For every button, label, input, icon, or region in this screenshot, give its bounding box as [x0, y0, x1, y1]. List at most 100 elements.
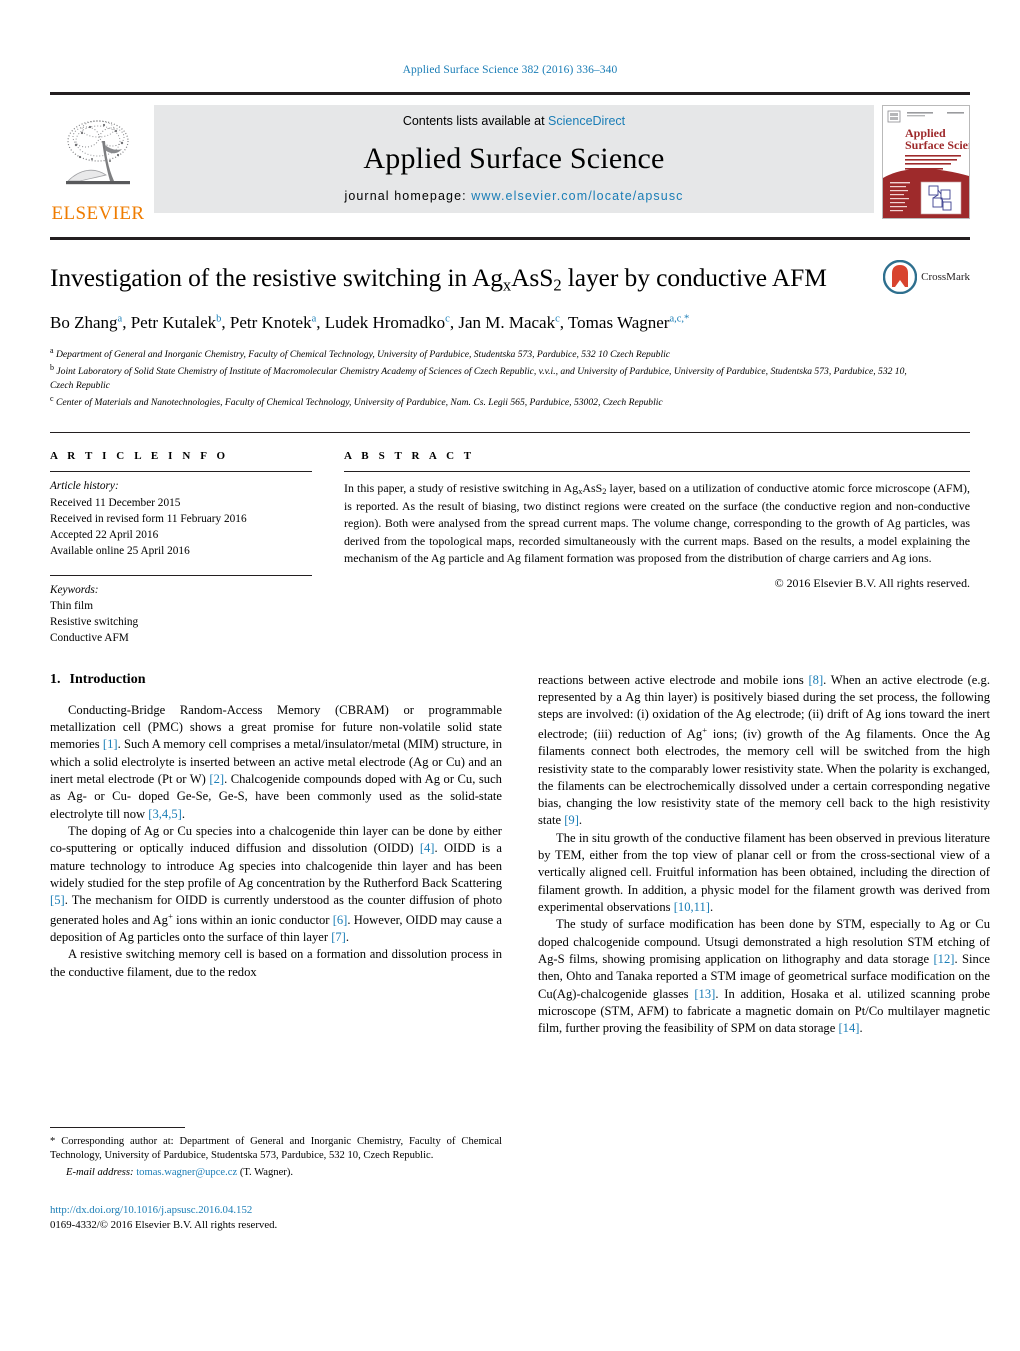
svg-text:Surface Science: Surface Science [905, 138, 969, 152]
body-column-left: 1. Introduction Conducting-Bridge Random-… [50, 672, 502, 1038]
author-affiliation-mark: c [445, 313, 450, 325]
citation-link[interactable]: [14] [838, 1021, 859, 1035]
section-heading-introduction: 1. Introduction [50, 672, 502, 688]
crossmark-badge[interactable]: CrossMark [882, 259, 970, 295]
elsevier-tree-icon [58, 115, 138, 203]
body-text-run: The study of surface modification has be… [538, 917, 990, 966]
citation-link[interactable]: [1] [103, 737, 118, 751]
crossmark-label: CrossMark [921, 271, 970, 283]
body-text-run: ions; (iv) growth of the Ag filaments. O… [538, 726, 990, 828]
title-sub-x: x [502, 275, 512, 295]
author-name: Ludek Hromadko [324, 313, 446, 333]
footnote-region: * Corresponding author at: Department of… [50, 1127, 502, 1233]
keywords-items: Thin film Resistive switching Conductive A… [50, 598, 312, 646]
journal-title: Applied Surface Science [363, 141, 665, 175]
citation-link[interactable]: [4] [420, 841, 435, 855]
keywords-block: Keywords: Thin film Resistive switching Co… [50, 576, 312, 646]
citation-link[interactable]: [12] [933, 952, 954, 966]
citation-link[interactable]: [5] [50, 893, 65, 907]
author-list: Bo Zhanga, Petr Kutalekb, Petr Knoteka, … [50, 313, 690, 333]
body-text-run: . [345, 930, 350, 945]
body-text-run: . [181, 806, 186, 821]
body-region: 1. Introduction Conducting-Bridge Random-… [50, 646, 990, 1038]
sciencedirect-link[interactable]: ScienceDirect [548, 114, 625, 128]
abstract-run-1: In this paper, a study of resistive swit… [344, 481, 579, 496]
issn-copyright-line: 0169-4332/© 2016 Elsevier B.V. All right… [50, 1219, 278, 1232]
body-paragraph: The in situ growth of the conductive fil… [538, 830, 990, 917]
abstract-column: A B S T R A C T In this paper, a study o… [312, 450, 970, 645]
article-history: Article history: Received 11 December 20… [50, 472, 312, 558]
title-part-2: AsS [511, 263, 554, 292]
citation-link[interactable]: [13] [694, 987, 715, 1001]
title-sub-2: 2 [553, 275, 562, 295]
article-info-heading: A R T I C L E I N F O [50, 450, 229, 463]
journal-banner: ELSEVIER Contents lists available at Sci… [50, 92, 970, 223]
article-page: Applied Surface Science 382 (2016) 336–3… [0, 0, 1020, 1351]
citation-link[interactable]: [2] [209, 772, 224, 786]
body-paragraph: Conducting-Bridge Random-Access Memory (… [50, 702, 502, 823]
citation-link[interactable]: [8] [808, 673, 823, 687]
affiliation-list: a Department of General and Inorganic Ch… [50, 345, 920, 410]
title-part-3: layer by conductive AFM [561, 263, 827, 292]
title-part-1: Investigation of the resistive switching… [50, 263, 503, 292]
body-text-run: ions within an ionic conductor [172, 912, 333, 927]
affiliation: c Center of Materials and Nanotechnologi… [50, 394, 663, 409]
article-history-item: Received in revised form 11 February 201… [50, 512, 247, 525]
citation-link[interactable]: [3,4,5] [148, 807, 182, 821]
article-history-items: Received 11 December 2015 Received in rev… [50, 495, 312, 559]
author-affiliation-mark: a,c,* [669, 313, 690, 325]
body-paragraph: The study of surface modification has be… [538, 916, 990, 1037]
affiliation-mark: c [50, 394, 54, 404]
journal-cover-thumbnail: Applied Surface Science [882, 105, 970, 219]
abstract-copyright: © 2016 Elsevier B.V. All rights reserved… [774, 575, 970, 590]
info-abstract-region: A R T I C L E I N F O Article history: R… [50, 410, 970, 645]
doi-link[interactable]: http://dx.doi.org/10.1016/j.apsusc.2016.… [50, 1203, 502, 1218]
running-head: Applied Surface Science 382 (2016) 336–3… [402, 64, 618, 76]
affiliation-mark: a [50, 346, 54, 356]
title-block: Investigation of the resistive switching… [50, 240, 970, 410]
body-text-run: The in situ growth of the conductive fil… [538, 830, 990, 915]
body-text-run: . [709, 900, 714, 915]
author-name: Bo Zhang [50, 313, 118, 333]
affiliation: b Joint Laboratory of Solid State Chemis… [50, 363, 907, 392]
article-info-column: A R T I C L E I N F O Article history: R… [50, 450, 312, 645]
email-link[interactable]: tomas.wagner@upce.cz [136, 1167, 237, 1178]
elsevier-logo: ELSEVIER [50, 105, 146, 223]
body-paragraph: The doping of Ag or Cu species into a ch… [50, 823, 502, 946]
homepage-prefix: journal homepage: [344, 189, 472, 203]
contents-prefix: Contents lists available at [402, 114, 549, 128]
citation-link[interactable]: [7] [331, 930, 346, 944]
citation-link[interactable]: [10,11] [674, 900, 710, 914]
citation-link[interactable]: [9] [564, 813, 579, 827]
author-affiliation-mark: c [555, 313, 560, 325]
article-history-item: Accepted 22 April 2016 [50, 528, 159, 541]
keyword-item: Conductive AFM [50, 631, 129, 644]
body-paragraph: reactions between active electrode and m… [538, 672, 990, 830]
article-history-item: Received 11 December 2015 [50, 496, 181, 509]
email-label: E-mail address: [66, 1166, 134, 1178]
body-text-run: reactions between active electrode and m… [538, 672, 809, 687]
email-note: E-mail address: tomas.wagner@upce.cz (T.… [50, 1166, 502, 1180]
doi-block: http://dx.doi.org/10.1016/j.apsusc.2016.… [50, 1203, 502, 1233]
author-name: Jan M. Macak [458, 313, 556, 333]
citation-link[interactable]: [6] [333, 913, 348, 927]
author-name: Petr Knotek [229, 313, 312, 333]
author-affiliation-mark: b [216, 313, 222, 325]
body-column-right: reactions between active electrode and m… [538, 672, 990, 1038]
footnote-rule [50, 1127, 185, 1128]
right-column-paragraphs: reactions between active electrode and m… [538, 672, 990, 1038]
email-suffix: (T. Wagner). [237, 1166, 293, 1178]
body-paragraph: A resistive switching memory cell is bas… [50, 946, 502, 981]
section-number: 1. [50, 671, 61, 687]
homepage-url-link[interactable]: www.elsevier.com/locate/apsusc [471, 189, 683, 203]
body-text-run: . [859, 1021, 863, 1036]
article-history-label: Article history: [50, 480, 119, 493]
author-affiliation-mark: a [117, 313, 123, 325]
corresponding-author-note: * Corresponding author at: Department of… [50, 1136, 502, 1162]
author-name: Petr Kutalek [130, 313, 217, 333]
author-affiliation-mark: a [311, 313, 317, 325]
elsevier-wordmark: ELSEVIER [51, 203, 145, 224]
body-text-run: A resistive switching memory cell is bas… [50, 947, 502, 979]
author-name: Tomas Wagner [567, 313, 670, 333]
affiliation-mark: b [50, 363, 54, 373]
